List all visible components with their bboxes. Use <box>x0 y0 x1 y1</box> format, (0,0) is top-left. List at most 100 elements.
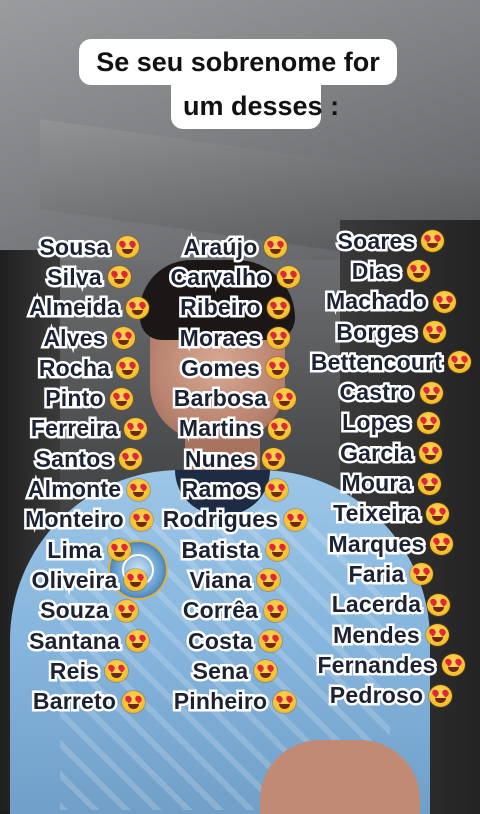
heart-eyes-emoji-icon <box>273 387 297 410</box>
emoji-mouth <box>435 697 447 703</box>
surname-text: Monteiro <box>23 504 126 535</box>
surname-column-3: Soares Dias Machado Borges Bettencourt Castro… <box>305 225 477 711</box>
emoji-mouth <box>263 582 275 588</box>
heart-eyes-emoji-icon <box>441 654 465 677</box>
surname-text: Faria <box>346 558 407 589</box>
emoji-mouth <box>131 309 143 315</box>
surname-item: Alves <box>16 322 162 353</box>
surname-item: Fernandes <box>305 649 477 680</box>
surname-item: Gomes <box>156 352 314 383</box>
emoji-mouth <box>436 546 448 552</box>
emoji-mouth <box>454 364 466 370</box>
surname-item: Santana <box>16 625 162 656</box>
heart-eyes-emoji-icon <box>284 508 308 531</box>
surname-item: Marques <box>305 528 477 559</box>
emoji-mouth <box>423 485 435 491</box>
surname-item: Soares <box>305 225 477 256</box>
emoji-mouth <box>447 667 459 673</box>
surname-text: Moura <box>339 468 414 499</box>
heart-eyes-emoji-icon <box>425 502 449 525</box>
emoji-mouth <box>274 430 286 436</box>
emoji-mouth <box>268 461 280 467</box>
surname-item: Martins <box>156 413 314 444</box>
surname-item: Sousa <box>16 231 162 262</box>
heart-eyes-emoji-icon <box>264 599 288 622</box>
surname-item: Silva <box>16 261 162 292</box>
heart-eyes-emoji-icon <box>273 690 297 713</box>
heart-eyes-emoji-icon <box>254 660 278 683</box>
surname-item: Almonte <box>16 474 162 505</box>
surname-item: Souza <box>16 595 162 626</box>
emoji-mouth <box>131 643 143 648</box>
emoji-mouth <box>269 249 281 255</box>
surname-item: Faria <box>305 558 477 589</box>
surname-text: Lima <box>45 534 104 565</box>
heart-eyes-emoji-icon <box>267 327 291 350</box>
surname-text: Rocha <box>36 352 112 383</box>
surname-text: Mendes <box>331 619 423 650</box>
surname-text: Sena <box>190 655 251 686</box>
heart-eyes-emoji-icon <box>266 296 290 319</box>
heart-eyes-emoji-icon <box>416 411 440 434</box>
surname-item: Ferreira <box>16 413 162 444</box>
surname-text: Ferreira <box>28 413 120 444</box>
surname-item: Lima <box>16 534 162 565</box>
surname-text: Lopes <box>340 407 414 438</box>
heart-eyes-emoji-icon <box>105 660 129 683</box>
emoji-mouth <box>130 430 142 436</box>
heart-eyes-emoji-icon <box>123 569 147 592</box>
surname-text: Carvalho <box>168 261 273 292</box>
heart-eyes-emoji-icon <box>265 539 289 562</box>
surname-text: Batista <box>179 534 262 565</box>
heart-eyes-emoji-icon <box>262 448 286 471</box>
emoji-mouth <box>290 521 302 527</box>
emoji-mouth <box>433 606 445 612</box>
emoji-mouth <box>133 491 145 497</box>
heart-eyes-emoji-icon <box>124 417 148 440</box>
surname-text: Castro <box>337 377 416 408</box>
surname-text: Pedroso <box>327 680 425 711</box>
surname-text: Viana <box>187 564 254 595</box>
heart-eyes-emoji-icon <box>268 417 292 440</box>
emoji-mouth <box>113 279 125 285</box>
emoji-mouth <box>427 243 439 249</box>
heart-eyes-emoji-icon <box>265 478 289 501</box>
emoji-mouth <box>125 461 137 467</box>
emoji-mouth <box>413 273 425 279</box>
heart-eyes-emoji-icon <box>119 448 143 471</box>
heart-eyes-emoji-icon <box>410 563 434 586</box>
heart-eyes-emoji-icon <box>425 624 449 646</box>
surname-item: Barbosa <box>156 383 314 414</box>
emoji-mouth <box>129 582 141 588</box>
surname-item: Machado <box>305 286 477 317</box>
surname-text: Martins <box>176 413 264 444</box>
heart-eyes-emoji-icon <box>114 599 138 622</box>
emoji-mouth <box>272 309 284 315</box>
heart-eyes-emoji-icon <box>129 508 153 531</box>
emoji-mouth <box>424 455 436 461</box>
heart-eyes-emoji-icon <box>427 593 451 616</box>
surname-text: Ramos <box>179 474 261 505</box>
heart-eyes-emoji-icon <box>116 357 140 380</box>
surname-item: Monteiro <box>16 504 162 535</box>
heart-eyes-emoji-icon <box>127 478 151 501</box>
surname-text: Teixeira <box>331 498 423 529</box>
surname-item: Oliveira <box>16 564 162 595</box>
heart-eyes-emoji-icon <box>111 327 135 350</box>
surname-text: Fernandes <box>315 649 438 680</box>
emoji-mouth <box>273 340 285 346</box>
surname-item: Corrêa <box>156 595 314 626</box>
heart-eyes-emoji-icon <box>125 630 149 652</box>
surname-item: Rodrigues <box>156 504 314 535</box>
surname-item: Dias <box>305 255 477 286</box>
emoji-mouth <box>128 703 140 709</box>
surname-item: Bettencourt <box>305 346 477 377</box>
title-line-2: um desses : <box>171 83 339 129</box>
surname-text: Souza <box>38 595 112 626</box>
heart-eyes-emoji-icon <box>115 236 139 259</box>
emoji-mouth <box>115 400 127 406</box>
surname-item: Teixeira <box>305 498 477 529</box>
surname-column-1: Sousa Silva Almeida Alves Rocha Pinto Ferreira… <box>16 231 162 717</box>
emoji-mouth <box>428 334 440 340</box>
surname-item: Viana <box>156 564 314 595</box>
